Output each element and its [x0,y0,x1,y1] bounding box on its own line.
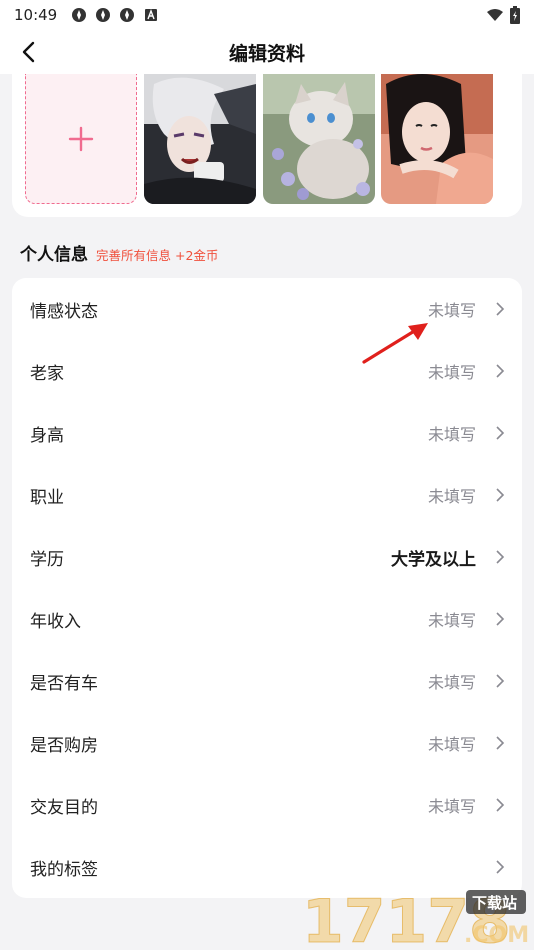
row-education[interactable]: 学历 大学及以上 [12,526,522,588]
plus-icon [68,126,94,151]
row-value: 未填写 [427,673,476,692]
row-occupation[interactable]: 职业 未填写 [12,464,522,526]
annotation-arrow-icon [362,323,428,364]
row-has-car[interactable]: 是否有车 未填写 [12,650,522,712]
row-label: 情感状态 [30,301,98,322]
section-reward-hint: 完善所有信息 +2金币 [96,248,219,263]
row-label: 老家 [30,363,64,384]
add-photo-button[interactable] [25,74,137,204]
row-value: 未填写 [427,363,476,382]
row-owns-house[interactable]: 是否购房 未填写 [12,712,522,774]
page-title: 编辑资料 [228,42,305,65]
profile-photo-girl[interactable] [381,74,493,204]
row-label: 交友目的 [30,797,98,818]
row-label: 年收入 [30,611,81,632]
row-value: 未填写 [427,611,476,630]
row-value: 未填写 [427,487,476,506]
profile-photo-anime[interactable] [144,74,256,204]
row-label: 是否购房 [30,735,98,756]
wifi-icon [487,9,503,21]
app-notification-icon [72,8,87,22]
chevron-right-icon [496,364,505,378]
watermark-domain: .COM [464,923,528,946]
row-label: 是否有车 [30,673,98,694]
personal-info-list: 情感状态 未填写 老家 未填写 身高 未填写 职业 未填写 学历 大学及以上 年… [12,278,522,898]
profile-photo-cat[interactable] [263,74,375,204]
chevron-right-icon [496,302,505,316]
row-relationship-status[interactable]: 情感状态 未填写 [12,278,522,340]
row-height[interactable]: 身高 未填写 [12,402,522,464]
personal-info-header: 个人信息 完善所有信息 +2金币 [20,240,218,265]
section-title: 个人信息 [20,245,88,265]
row-label: 职业 [30,487,64,508]
row-value: 未填写 [427,425,476,444]
row-annual-income[interactable]: 年收入 未填写 [12,588,522,650]
chevron-right-icon [496,550,505,564]
watermark-badge: 下载站 [472,894,517,912]
row-label: 我的标签 [30,859,98,880]
chevron-right-icon [496,798,505,812]
row-label: 学历 [30,549,64,570]
row-label: 身高 [30,425,64,446]
chevron-right-icon [496,860,505,874]
app-notification-icon [96,8,111,22]
chevron-right-icon [496,488,505,502]
keyboard-notification-icon [145,9,158,21]
chevron-right-icon [496,426,505,440]
back-button[interactable] [10,34,46,70]
row-dating-purpose[interactable]: 交友目的 未填写 [12,774,522,836]
site-watermark: 17178 下载站 .COM [302,887,530,950]
row-value: 未填写 [427,301,476,320]
battery-icon [510,6,520,24]
chevron-right-icon [496,736,505,750]
photo-album-card [12,74,522,217]
row-value: 大学及以上 [391,549,476,570]
back-arrow-icon [22,41,35,63]
chevron-right-icon [496,674,505,688]
watermark-logo-icon: 17178 下载站 .COM [302,887,530,950]
row-hometown[interactable]: 老家 未填写 [12,340,522,402]
app-notification-icon [120,8,135,22]
status-bar: 10:49 [0,0,534,30]
status-time: 10:49 [14,6,58,24]
chevron-right-icon [496,612,505,626]
row-value: 未填写 [427,797,476,816]
top-nav-bar: 编辑资料 [0,30,534,74]
row-value: 未填写 [427,735,476,754]
